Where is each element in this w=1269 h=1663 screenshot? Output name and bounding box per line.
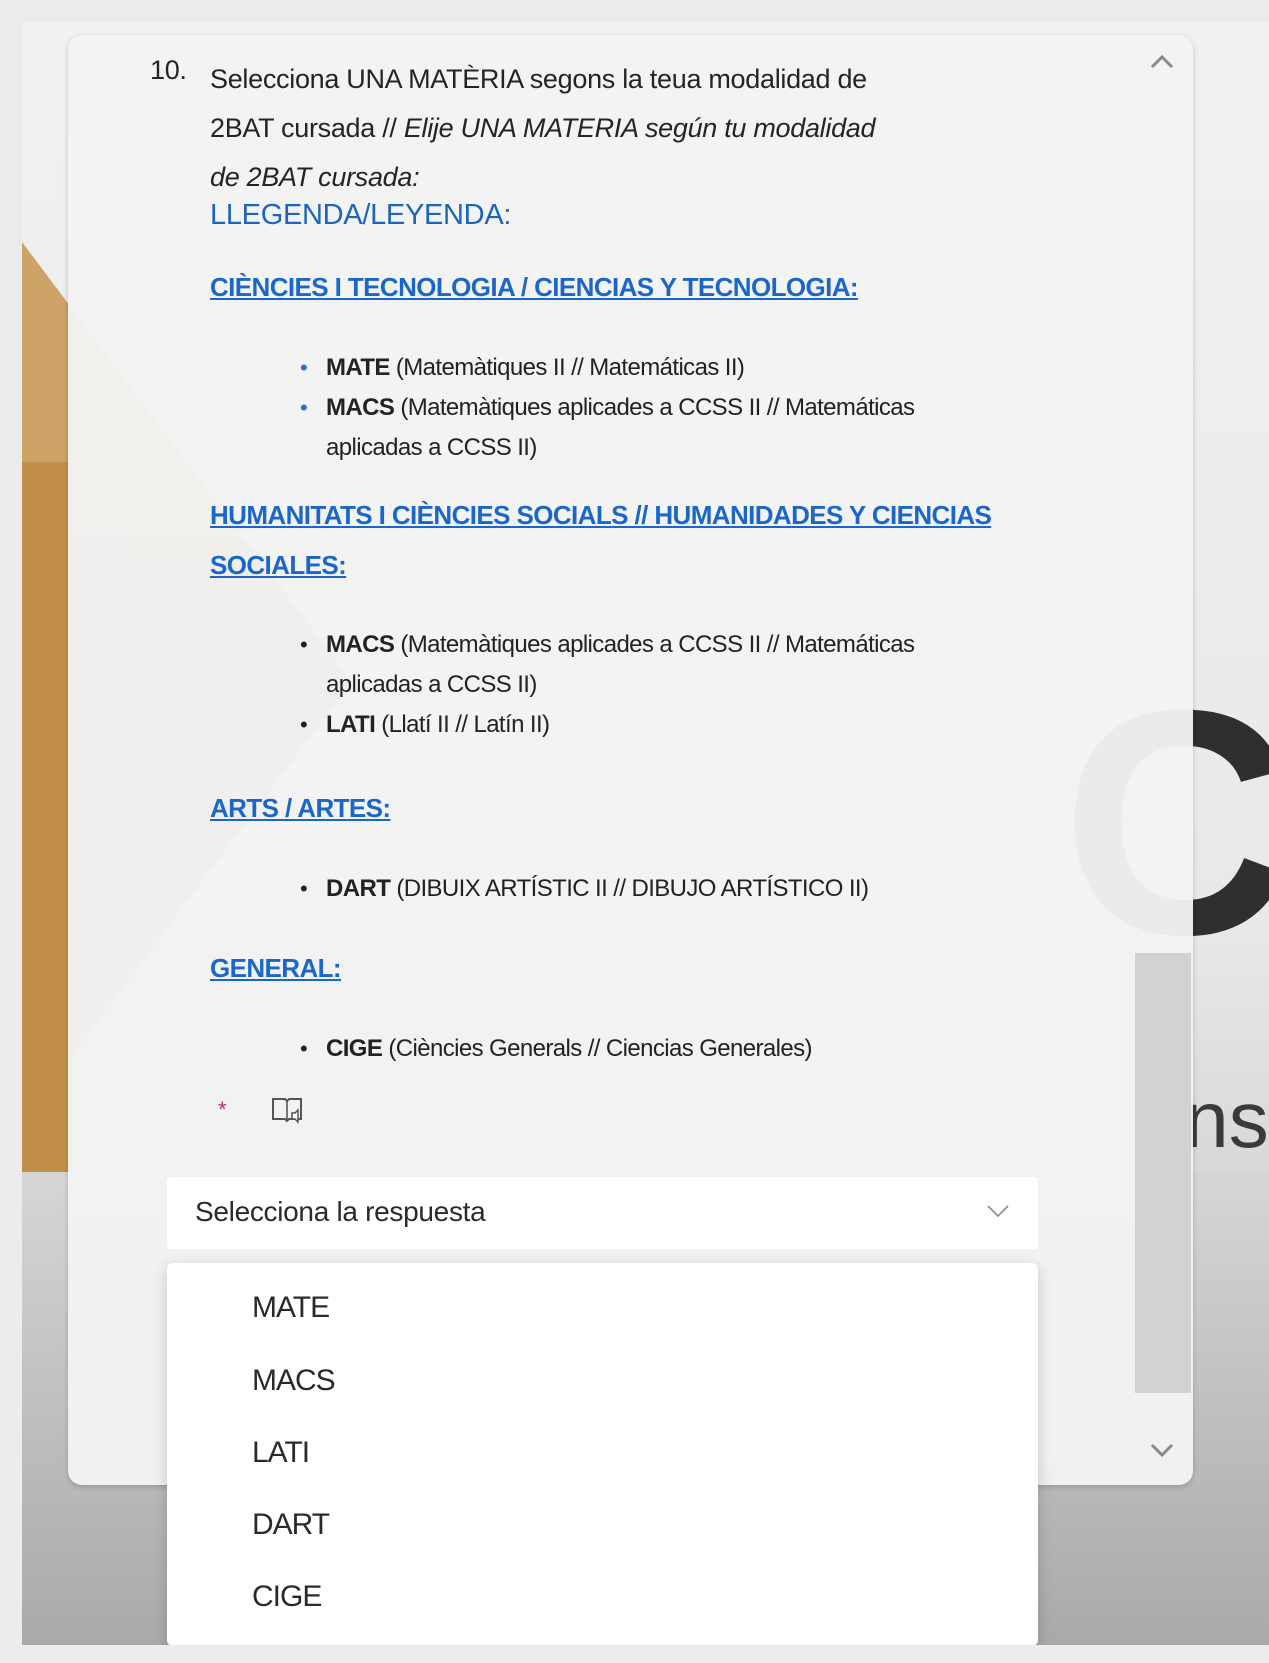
section-list-arts: • DART (DIBUIX ARTÍSTIC II // DIBUJO ARTÍ… [298, 869, 958, 909]
question-text: Selecciona UNA MATÈRIA segons la teua mo… [210, 55, 1030, 202]
section-list-humanitats: • MACS (Matemàtiques aplicades a CCSS II … [298, 625, 958, 745]
answer-select[interactable]: Selecciona la respuesta [167, 1177, 1038, 1249]
bottom-strip [0, 1645, 1269, 1663]
section-heading-ciencies: CIÈNCIES I TECNOLOGIA / CIENCIAS Y TECNO… [210, 272, 859, 302]
scrollbar-thumb[interactable] [1135, 953, 1191, 1393]
chevron-down-icon[interactable] [986, 1203, 1010, 1218]
list-item: • MATE (Matemàtiques II // Matemáticas II… [300, 354, 745, 381]
select-placeholder: Selecciona la respuesta [195, 1196, 486, 1227]
question-text-line2-normal: 2BAT cursada // [210, 113, 404, 143]
list-item: • DART (DIBUIX ARTÍSTIC II // DIBUJO ARTÍ… [300, 875, 869, 902]
list-item: • MACS (Matemàtiques aplicades a CCSS II … [300, 631, 915, 698]
required-marker: * [218, 1097, 227, 1122]
question-number: 10. [150, 55, 187, 85]
list-item: • CIGE (Ciències Generals // Ciencias Gen… [300, 1035, 813, 1062]
select-options-list: MATE MACS LATI DART CIGE [167, 1263, 1038, 1646]
select-option-macs[interactable]: MACS [252, 1364, 336, 1398]
question-text-line3: de 2BAT cursada: [210, 153, 1030, 202]
immersive-reader-icon[interactable] [270, 1093, 304, 1127]
list-item: • MACS (Matemàtiques aplicades a CCSS II … [300, 394, 915, 461]
section-heading-general: GENERAL: [210, 953, 342, 983]
question-text-line2: 2BAT cursada // Elije UNA MATERIA según … [210, 104, 1030, 153]
select-option-mate[interactable]: MATE [252, 1291, 330, 1325]
select-option-dart[interactable]: DART [252, 1508, 330, 1542]
select-option-cige[interactable]: CIGE [252, 1580, 322, 1614]
question-text-line3-italic: de 2BAT cursada: [210, 162, 420, 192]
list-item: • LATI (Llatí II // Latín II) [300, 711, 550, 738]
legend-title: LLEGENDA/LEYENDA: [210, 199, 512, 231]
question-text-line1: Selecciona UNA MATÈRIA segons la teua mo… [210, 64, 867, 94]
scroll-up-icon[interactable] [1149, 47, 1175, 75]
scroll-down-icon[interactable] [1149, 1435, 1175, 1463]
background-orange-fill [22, 462, 72, 1182]
section-heading-arts: ARTS / ARTES: [210, 793, 391, 823]
section-list-ciencies: • MATE (Matemàtiques II // Matemáticas II… [298, 348, 958, 468]
section-heading-humanitats: HUMANITATS I CIÈNCIES SOCIALS // HUMANID… [210, 500, 992, 580]
select-option-lati[interactable]: LATI [252, 1436, 310, 1470]
section-list-general: • CIGE (Ciències Generals // Ciencias Gen… [298, 1029, 958, 1069]
question-text-line2-italic: Elije UNA MATERIA según tu modalidad [403, 113, 876, 143]
